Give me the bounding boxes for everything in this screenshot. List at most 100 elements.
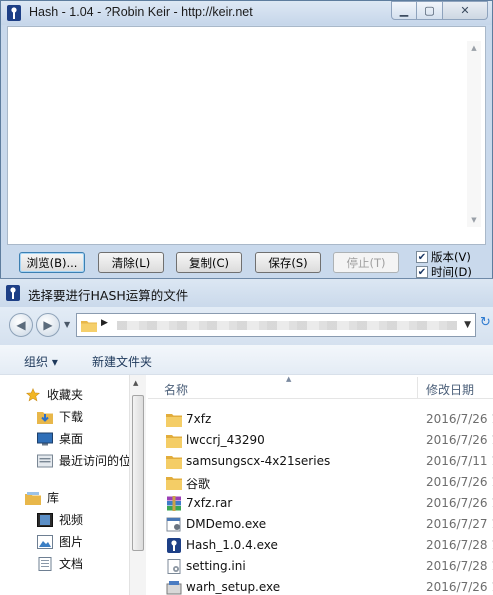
- blurred-path: [117, 321, 457, 330]
- maximize-button[interactable]: ▢: [417, 1, 443, 20]
- nav-downloads[interactable]: 下载: [37, 408, 83, 425]
- hash-output-area[interactable]: ▲ ▼: [7, 26, 486, 245]
- clear-button[interactable]: 清除(L): [98, 252, 164, 273]
- nav-videos[interactable]: 视频: [37, 511, 83, 528]
- back-button[interactable]: ◀: [9, 313, 33, 337]
- sort-ascending-icon: ▲: [286, 375, 292, 383]
- videos-icon: [37, 512, 53, 527]
- dialog-title-bar[interactable]: 选择要进行HASH运算的文件: [0, 279, 493, 307]
- file-name: warh_setup.exe: [186, 580, 281, 594]
- dialog-title: 选择要进行HASH运算的文件: [28, 288, 189, 303]
- forward-button[interactable]: ▶: [36, 313, 60, 337]
- output-scrollbar[interactable]: ▲ ▼: [467, 41, 481, 227]
- breadcrumb-arrow-icon[interactable]: ▶: [101, 318, 108, 328]
- setup-exe-icon: [166, 581, 182, 595]
- file-name: lwccrj_43290: [186, 433, 265, 447]
- hash-title-bar[interactable]: Hash - 1.04 - ?Robin Keir - http://keir.…: [1, 1, 492, 25]
- hash-output-text[interactable]: [22, 42, 470, 225]
- nav-favorites[interactable]: 收藏夹: [25, 386, 83, 403]
- command-bar: 组织 ▾ 新建文件夹: [0, 345, 493, 375]
- address-bar[interactable]: ▶ ▼: [76, 313, 476, 337]
- rar-archive-icon: [167, 496, 181, 511]
- nav-videos-label: 视频: [59, 513, 84, 527]
- forward-arrow-icon: ▶: [43, 318, 53, 332]
- open-file-dialog: 选择要进行HASH运算的文件 ◀ ▶ ▼ ▶ ▼ ↻ 组织 ▾ 新建文件夹 收藏…: [0, 278, 493, 595]
- folder-icon: [166, 414, 182, 427]
- file-row[interactable]: 7xfz 2016/7/26 1: [148, 409, 493, 430]
- folder-icon: [81, 321, 97, 332]
- recent-locations-dropdown-icon[interactable]: ▼: [64, 320, 70, 329]
- folder-icon: [166, 456, 182, 469]
- scroll-down-icon[interactable]: ▼: [467, 213, 481, 227]
- file-name: DMDemo.exe: [186, 517, 267, 531]
- checkmark-icon[interactable]: ✔: [416, 251, 428, 263]
- new-folder-button[interactable]: 新建文件夹: [92, 353, 152, 370]
- nav-documents[interactable]: 文档: [37, 555, 83, 572]
- hash-app-icon: [6, 285, 20, 301]
- nav-recent-places[interactable]: 最近访问的位: [37, 452, 131, 469]
- hash-window-title: Hash - 1.04 - ?Robin Keir - http://keir.…: [29, 5, 253, 19]
- back-arrow-icon: ◀: [16, 318, 26, 332]
- scroll-up-icon[interactable]: ▲: [133, 379, 138, 387]
- hash-app-icon: [7, 5, 21, 21]
- file-row[interactable]: Hash_1.0.4.exe 2016/7/28 1: [148, 535, 493, 556]
- nav-pictures[interactable]: 图片: [37, 533, 83, 550]
- file-name: setting.ini: [186, 559, 246, 573]
- navigation-pane: 收藏夹 下载 桌面 最近访问的位 库 视频 图片 文档: [0, 375, 147, 595]
- file-row[interactable]: 谷歌 2016/7/26 1: [148, 472, 493, 493]
- copy-button[interactable]: 复制(C): [176, 252, 242, 273]
- file-row[interactable]: warh_setup.exe 2016/7/26 1: [148, 577, 493, 595]
- nav-favorites-label: 收藏夹: [47, 388, 84, 402]
- exe-icon: [166, 517, 181, 532]
- address-dropdown-icon[interactable]: ▼: [464, 320, 471, 330]
- nav-pictures-label: 图片: [59, 535, 84, 549]
- file-date: 2016/7/11 1: [426, 454, 493, 468]
- file-list-pane: 名称 ▲ 修改日期 7xfz 2016/7/26 1 lwccrj_43290 …: [148, 375, 493, 595]
- version-checkbox[interactable]: ✔ 版本(V): [416, 249, 471, 265]
- stop-button[interactable]: 停止(T): [333, 252, 399, 273]
- scroll-thumb[interactable]: [132, 395, 144, 551]
- file-name: samsungscx-4x21series: [186, 454, 331, 468]
- file-name: Hash_1.0.4.exe: [186, 538, 278, 552]
- file-date: 2016/7/27 1: [426, 517, 493, 531]
- minimize-button[interactable]: ▁: [391, 1, 417, 20]
- nav-pane-scrollbar[interactable]: ▲: [129, 375, 146, 595]
- maximize-icon: ▢: [424, 4, 435, 17]
- ini-file-icon: [167, 559, 181, 574]
- refresh-icon[interactable]: ↻: [480, 315, 493, 333]
- nav-downloads-label: 下载: [59, 410, 84, 424]
- nav-libraries[interactable]: 库: [25, 489, 59, 506]
- folder-icon: [166, 435, 182, 448]
- close-icon: ✕: [460, 4, 470, 17]
- address-toolbar: ◀ ▶ ▼ ▶ ▼ ↻: [0, 307, 493, 345]
- hash-app-icon: [167, 538, 181, 553]
- nav-libraries-label: 库: [47, 491, 60, 505]
- nav-desktop[interactable]: 桌面: [37, 430, 83, 447]
- file-name: 7xfz.rar: [186, 496, 233, 510]
- file-row[interactable]: DMDemo.exe 2016/7/27 1: [148, 514, 493, 535]
- column-name-header[interactable]: 名称: [164, 381, 188, 398]
- save-button[interactable]: 保存(S): [255, 252, 321, 273]
- file-date: 2016/7/26 1: [426, 433, 493, 447]
- scroll-up-icon[interactable]: ▲: [467, 41, 481, 55]
- column-header: 名称 ▲ 修改日期: [148, 375, 493, 399]
- file-date: 2016/7/26 1: [426, 496, 493, 510]
- downloads-folder-icon: [37, 411, 53, 424]
- star-icon: [26, 387, 40, 401]
- file-date: 2016/7/26 1: [426, 412, 493, 426]
- file-date: 2016/7/28 1: [426, 559, 493, 573]
- recent-places-icon: [37, 454, 53, 467]
- close-button[interactable]: ✕: [443, 1, 488, 20]
- column-date-header[interactable]: 修改日期: [426, 381, 474, 398]
- file-row[interactable]: samsungscx-4x21series 2016/7/11 1: [148, 451, 493, 472]
- checkmark-icon[interactable]: ✔: [416, 266, 428, 278]
- file-row[interactable]: 7xfz.rar 2016/7/26 1: [148, 493, 493, 514]
- file-name: 谷歌: [186, 477, 211, 491]
- nav-recent-label: 最近访问的位: [59, 454, 132, 468]
- file-row[interactable]: setting.ini 2016/7/28 1: [148, 556, 493, 577]
- browse-button[interactable]: 浏览(B)...: [19, 252, 85, 273]
- version-checkbox-label: 版本(V): [431, 250, 471, 264]
- column-divider[interactable]: [417, 377, 418, 399]
- organize-button[interactable]: 组织 ▾: [24, 353, 58, 370]
- file-row[interactable]: lwccrj_43290 2016/7/26 1: [148, 430, 493, 451]
